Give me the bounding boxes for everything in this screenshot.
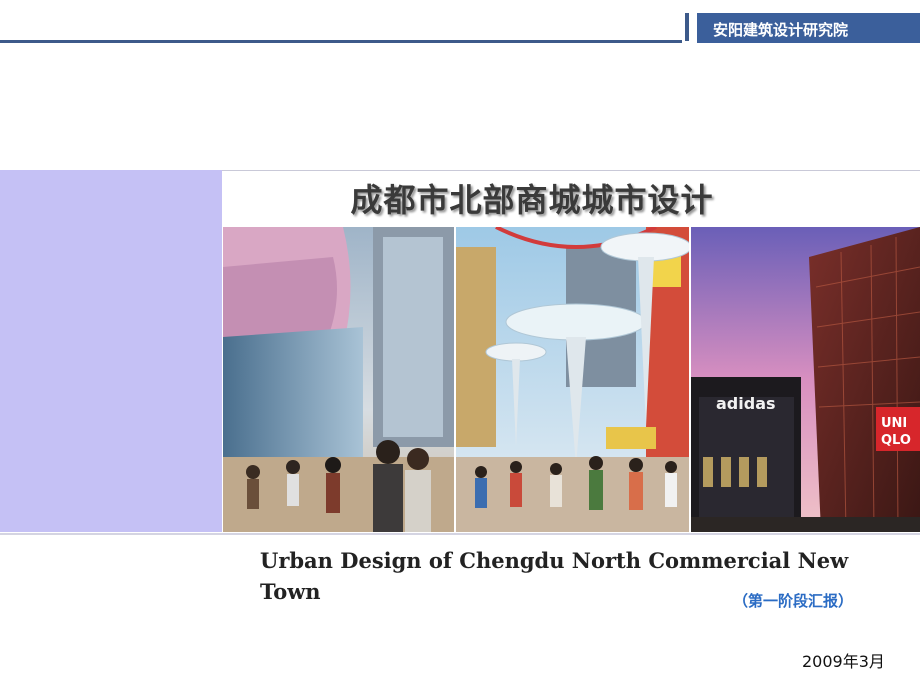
title-band-top-line bbox=[222, 170, 920, 171]
date-label: 2009年3月 bbox=[802, 652, 885, 671]
photo-plaza-canopies bbox=[456, 227, 689, 532]
decorative-lavender-panel bbox=[0, 170, 222, 532]
header-divider bbox=[685, 13, 689, 41]
main-title: 成都市北部商城城市设计 bbox=[350, 181, 714, 219]
header-rule bbox=[0, 40, 682, 43]
photo-curved-building bbox=[223, 227, 454, 532]
adidas-sign: adidas bbox=[716, 394, 776, 413]
organization-banner: 安阳建筑设计研究院 bbox=[697, 13, 920, 43]
title-band-bottom-line bbox=[0, 533, 920, 535]
organization-name: 安阳建筑设计研究院 bbox=[713, 21, 849, 39]
stage-label: （第一阶段汇报） bbox=[733, 592, 854, 610]
uniqlo-sign-top: UNI bbox=[881, 416, 907, 431]
uniqlo-sign-bottom: QLO bbox=[881, 433, 911, 448]
photo-shopping-district: adidas UNI QLO bbox=[691, 227, 920, 532]
